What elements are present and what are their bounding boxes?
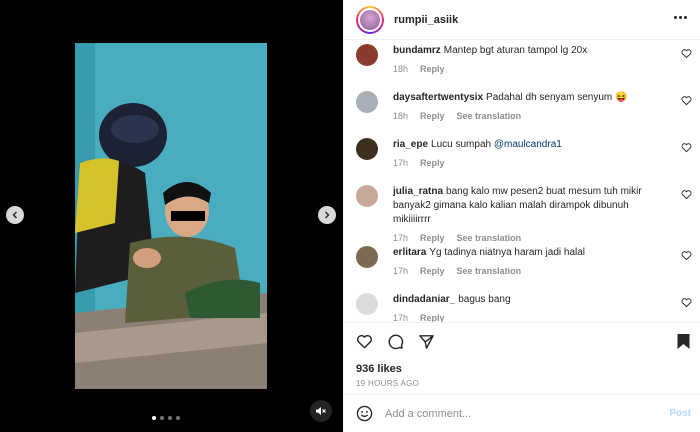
smiley-icon[interactable] [356,405,373,422]
comment-time: 17h [393,158,409,168]
mute-toggle-button[interactable] [310,400,332,422]
bookmark-icon[interactable] [676,333,691,350]
speaker-muted-icon [316,407,326,415]
chevron-right-icon [325,211,330,219]
commenter-avatar[interactable] [356,246,378,268]
heart-icon[interactable] [681,48,692,59]
see-translation-button[interactable]: See translation [457,264,522,278]
avatar-image [360,9,380,30]
chevron-left-icon [12,211,17,219]
comment-text: Lucu sumpah [431,139,492,150]
comment-time: 17h [393,313,409,322]
reply-button[interactable]: Reply [420,231,445,245]
post-actions: 936 likes 19 HOURS AGO [344,322,700,402]
comment-username[interactable]: bundamrz [393,45,441,56]
carousel-dots [152,416,180,420]
carousel-dot [152,416,156,420]
carousel-dot [168,416,172,420]
reply-button[interactable]: Reply [420,311,445,322]
heart-icon[interactable] [681,189,692,200]
comment-username[interactable]: ria_epe [393,139,428,150]
action-icons [356,333,435,350]
heart-icon[interactable] [681,95,692,106]
heart-icon[interactable] [681,250,692,261]
carousel-dot [160,416,164,420]
reply-button[interactable]: Reply [420,62,445,76]
comment-text: bagus bang [458,294,511,305]
comment-input[interactable] [385,407,655,420]
reply-button[interactable]: Reply [420,264,445,278]
comment-username[interactable]: julia_ratna [393,186,443,197]
avatar[interactable] [356,5,384,34]
comment-text: Mantep bgt aturan tampol lg 20x [443,45,588,56]
comment-username[interactable]: erlitara [393,247,426,258]
add-comment-bar: Post [344,394,700,432]
post-time: 19 HOURS AGO [356,379,420,388]
heart-icon[interactable] [681,297,692,308]
heart-icon[interactable] [681,142,692,153]
comment-username[interactable]: dindadaniar_ [393,294,455,305]
video-frame [75,43,267,389]
paper-plane-icon[interactable] [418,333,435,350]
comment-mention[interactable]: @maulcandra1 [494,139,562,150]
comment-icon[interactable] [387,333,404,350]
comment-time: 17h [393,266,409,276]
post-header: rumpii_asiik [344,0,700,40]
post-video[interactable] [75,43,267,389]
commenter-avatar[interactable] [356,293,378,315]
comment-time: 18h [393,111,409,121]
next-slide-button[interactable] [318,206,336,224]
reply-button[interactable]: Reply [420,156,445,170]
commenter-avatar[interactable] [356,91,378,113]
media-pane [0,0,343,432]
comment-text: Padahal dh senyam senyum 😝 [486,92,628,103]
comment-time: 17h [393,233,409,243]
commenter-avatar[interactable] [356,138,378,160]
commenter-avatar[interactable] [356,185,378,207]
previous-slide-button[interactable] [6,206,24,224]
comments-list[interactable]: bundamrz Mantep bgt aturan tampol lg 20x … [344,40,700,322]
heart-icon[interactable] [356,333,373,350]
instagram-post-modal: rumpii_asiik bundamrz Mantep bgt aturan t… [0,0,700,432]
comment-text: Yg tadinya niatnya haram jadi halal [429,247,586,258]
see-translation-button[interactable]: See translation [457,231,522,245]
carousel-dot [176,416,180,420]
commenter-avatar[interactable] [356,44,378,66]
likes-count[interactable]: 936 likes [356,363,402,375]
more-icon[interactable] [674,16,687,19]
post-side-panel: rumpii_asiik bundamrz Mantep bgt aturan t… [343,0,700,432]
reply-button[interactable]: Reply [420,109,445,123]
post-author-username[interactable]: rumpii_asiik [394,14,458,26]
post-comment-button[interactable]: Post [669,408,691,419]
comment-time: 18h [393,64,409,74]
see-translation-button[interactable]: See translation [457,109,522,123]
comment-username[interactable]: daysaftertwentysix [393,92,483,103]
